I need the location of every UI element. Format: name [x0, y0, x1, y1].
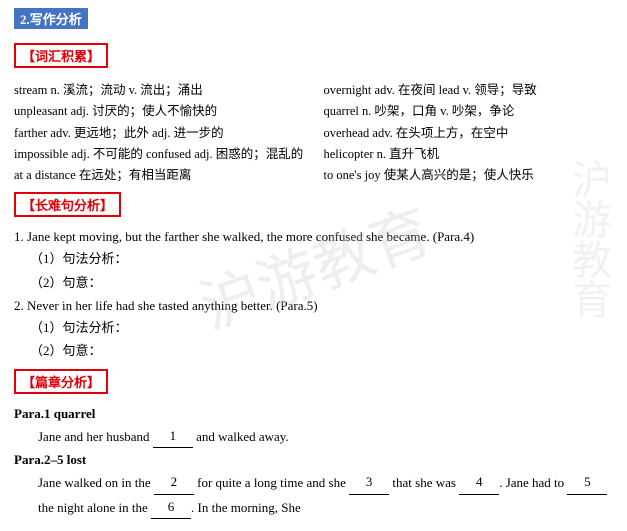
sub-item-1-1: （1）句法分析： — [14, 316, 613, 339]
para-analysis-title-block: 【篇章分析】 — [14, 369, 613, 400]
para-analysis-section-title: 【篇章分析】 — [14, 369, 108, 394]
para-label-1: Para.2–5 lost — [14, 452, 613, 468]
sentence-item-1: 2. Never in her life had she tasted anyt… — [14, 298, 613, 363]
vocab-item-right-2: overhead adv. 在头项上方，在空中 — [324, 123, 614, 144]
sentence-text-0: Jane kept moving, but the farther she wa… — [27, 229, 474, 244]
vocab-item-left-3: impossible adj. 不可能的 confused adj. 困惑的；混… — [14, 144, 304, 165]
long-sentence-section: 1. Jane kept moving, but the farther she… — [14, 229, 613, 363]
sub-item-0-2: （2）句意： — [14, 271, 613, 294]
sub-item-0-1: （1）句法分析： — [14, 247, 613, 270]
sentence-number-1: 2. Never in her life had she tasted anyt… — [14, 298, 613, 314]
section-header-top: 2.写作分析 — [14, 8, 88, 29]
blank-5: 5 — [567, 470, 607, 494]
page-container: 沪游教育 沪游教育 2.写作分析 【词汇积累】 stream n. 溪流；流动 … — [0, 0, 627, 531]
vocab-title-block: 【词汇积累】 — [14, 43, 613, 74]
sub-item-1-2: （2）句意： — [14, 339, 613, 362]
long-sentence-section-title: 【长难句分析】 — [14, 192, 121, 217]
para-content-1: Jane walked on in the 2 for quite a long… — [14, 470, 613, 519]
vocab-item-left-4: at a distance 在远处；有相当距离 — [14, 165, 304, 186]
vocab-item-right-3: helicopter n. 直升飞机 — [324, 144, 614, 165]
sentence-text-1: Never in her life had she tasted anythin… — [27, 298, 318, 313]
sentence-item-0: 1. Jane kept moving, but the farther she… — [14, 229, 613, 294]
vocab-item-left-2: farther adv. 更远地；此外 adj. 进一步的 — [14, 123, 304, 144]
vocab-grid: stream n. 溪流；流动 v. 流出；涌出 overnight adv. … — [14, 80, 613, 186]
para-analysis-section: Para.1 quarrel Jane and her husband 1 an… — [14, 406, 613, 519]
sentence-number-0: 1. Jane kept moving, but the farther she… — [14, 229, 613, 245]
long-sentence-title-block: 【长难句分析】 — [14, 192, 613, 223]
sentence-num-label-0: 1. — [14, 229, 24, 244]
para-label-0: Para.1 quarrel — [14, 406, 613, 422]
vocab-item-left-0: stream n. 溪流；流动 v. 流出；涌出 — [14, 80, 304, 101]
blank-1: 1 — [153, 424, 193, 448]
blank-6: 6 — [151, 495, 191, 519]
blank-4: 4 — [459, 470, 499, 494]
vocab-section-title: 【词汇积累】 — [14, 43, 108, 68]
vocab-item-left-1: unpleasant adj. 讨厌的；使人不愉快的 — [14, 101, 304, 122]
blank-3: 3 — [349, 470, 389, 494]
vocab-item-right-0: overnight adv. 在夜间 lead v. 领导；导致 — [324, 80, 614, 101]
blank-2: 2 — [154, 470, 194, 494]
sentence-num-label-1: 2. — [14, 298, 24, 313]
vocab-item-right-1: quarrel n. 吵架，口角 v. 吵架，争论 — [324, 101, 614, 122]
vocab-item-right-4: to one's joy 使某人高兴的是；使人快乐 — [324, 165, 614, 186]
para-content-0: Jane and her husband 1 and walked away. — [14, 424, 613, 448]
